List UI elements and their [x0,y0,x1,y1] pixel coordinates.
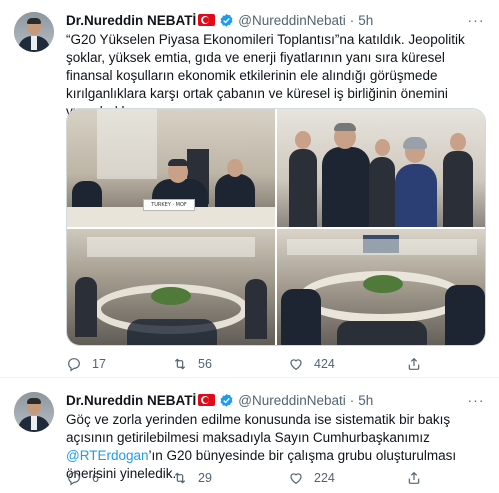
tweet-actions: 6 29 224 [66,468,486,488]
author-handle[interactable]: @NureddinNebati [238,393,346,408]
reply-button[interactable]: 6 [66,468,99,488]
retweet-button[interactable]: 29 [172,468,212,488]
turkey-flag-icon [198,14,216,26]
more-icon[interactable]: ··· [467,13,485,32]
verified-badge-icon [220,13,233,27]
avatar[interactable] [14,12,54,52]
timestamp[interactable]: 5h [358,13,373,28]
share-button[interactable] [406,468,432,488]
like-button[interactable]: 224 [288,468,335,488]
like-count: 424 [314,357,335,371]
photo-1[interactable]: TURKEY · MOF [67,109,275,227]
author-handle[interactable]: @NureddinNebati [238,13,346,28]
mention-link[interactable]: @RTErdogan [66,448,149,463]
separator: · [349,392,355,408]
like-icon [290,473,302,485]
like-count: 224 [314,471,335,485]
author-name[interactable]: Dr.Nureddin NEBATİ [66,13,196,28]
reply-count: 17 [92,357,106,371]
media-grid: TURKEY · MOF [66,108,486,346]
tweet-actions: 17 56 424 [66,354,486,374]
share-icon [408,471,420,484]
more-icon[interactable]: ··· [467,393,485,412]
retweet-icon [174,472,186,484]
tweet[interactable]: Dr.Nureddin NEBATİ @NureddinNebati · 5h … [0,378,499,493]
photo-4[interactable] [277,229,485,345]
author-name[interactable]: Dr.Nureddin NEBATİ [66,393,196,408]
separator: · [349,12,355,28]
reply-icon [68,358,80,372]
nameplate: TURKEY · MOF [143,199,195,211]
tweet-text-start: Göç ve zorla yerinden edilme konusunda i… [66,412,451,445]
reply-icon [68,472,80,486]
tweet[interactable]: Dr.Nureddin NEBATİ @NureddinNebati · 5h … [0,0,499,378]
timestamp[interactable]: 5h [358,393,373,408]
photo-2[interactable] [277,109,485,227]
reply-count: 6 [92,471,99,485]
reply-button[interactable]: 17 [66,354,106,374]
share-icon [408,357,420,370]
photo-3[interactable] [67,229,275,345]
like-icon [290,359,302,371]
retweet-count: 56 [198,357,212,371]
avatar[interactable] [14,392,54,432]
tweet-header: Dr.Nureddin NEBATİ @NureddinNebati · 5h [66,10,373,30]
retweet-button[interactable]: 56 [172,354,212,374]
like-button[interactable]: 424 [288,354,335,374]
tweet-header: Dr.Nureddin NEBATİ @NureddinNebati · 5h [66,390,373,410]
verified-badge-icon [220,393,233,407]
turkey-flag-icon [198,394,216,406]
retweet-count: 29 [198,471,212,485]
share-button[interactable] [406,354,432,374]
retweet-icon [174,358,186,370]
